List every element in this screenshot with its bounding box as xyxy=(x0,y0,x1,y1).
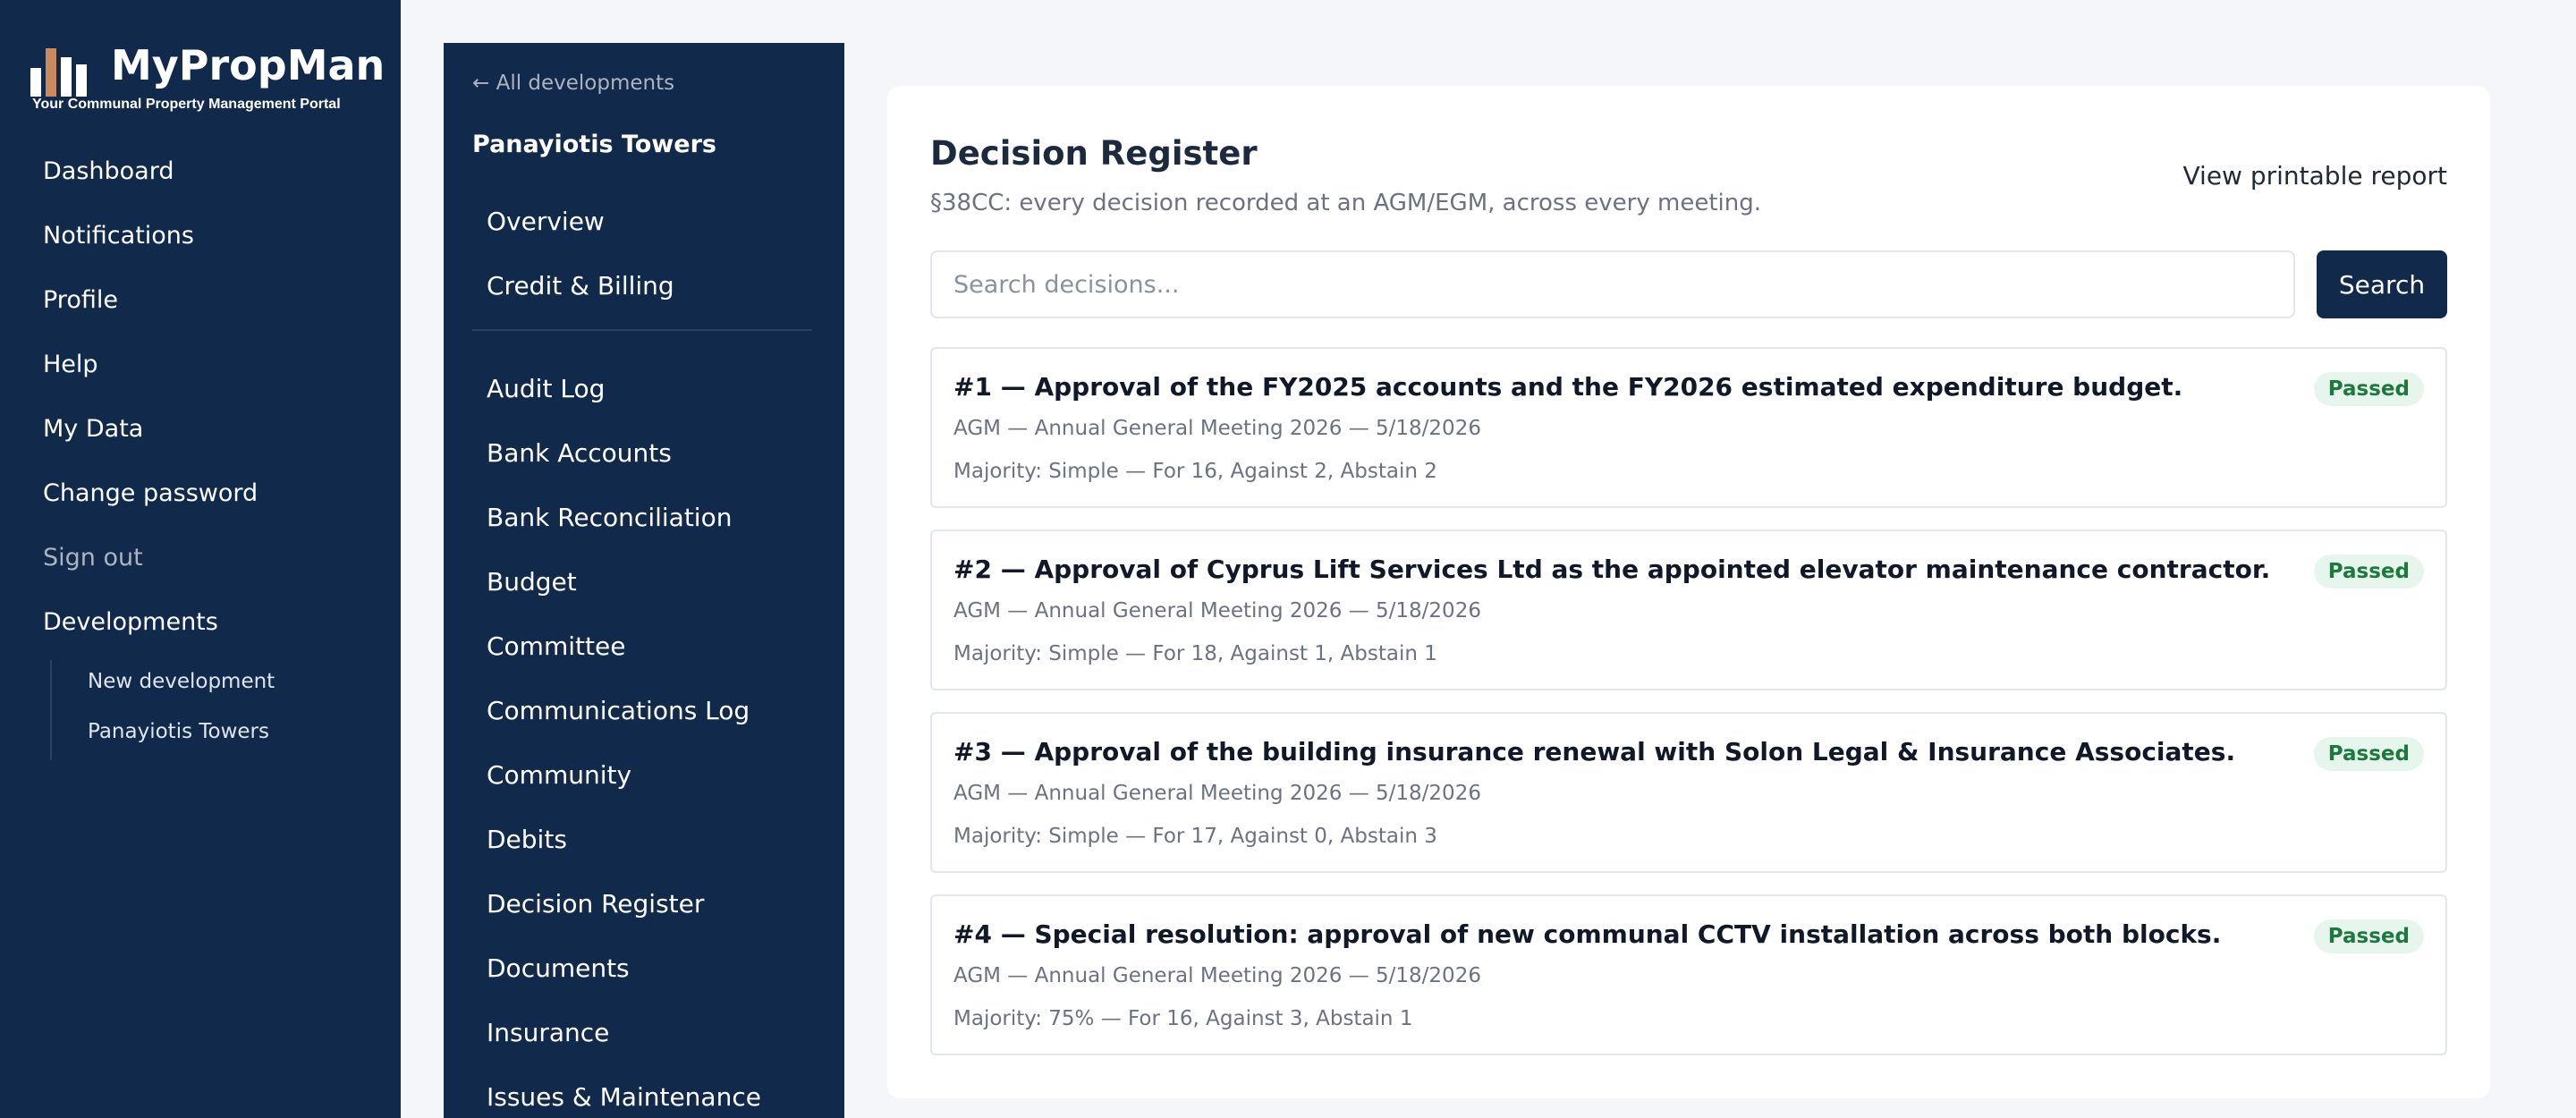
search-button[interactable]: Search xyxy=(2317,250,2447,318)
decision-meeting: AGM — Annual General Meeting 2026 — 5/18… xyxy=(953,599,1481,623)
decision-title: #3 — Approval of the building insurance … xyxy=(953,737,2236,767)
sidebar-subitem-panayiotis-towers[interactable]: Panayiotis Towers xyxy=(88,710,275,760)
devnav-item-decision-register[interactable]: Decision Register xyxy=(487,877,761,942)
sidebar-item-developments[interactable]: Developments xyxy=(43,596,258,660)
devnav-item-audit-log[interactable]: Audit Log xyxy=(487,362,761,427)
devnav-item-community[interactable]: Community xyxy=(487,749,761,813)
devnav-item-communications-log[interactable]: Communications Log xyxy=(487,684,761,749)
decision-register-card: Decision Register §38CC: every decision … xyxy=(887,86,2490,1098)
sidebar-item-my-data[interactable]: My Data xyxy=(43,402,258,467)
devnav-item-overview[interactable]: Overview xyxy=(487,195,674,259)
devnav-item-insurance[interactable]: Insurance xyxy=(487,1006,761,1071)
devnav-item-documents[interactable]: Documents xyxy=(487,942,761,1006)
development-section-list: Audit Log Bank Accounts Bank Reconciliat… xyxy=(487,362,761,1118)
view-printable-report-link[interactable]: View printable report xyxy=(2183,161,2448,191)
decision-title: #1 — Approval of the FY2025 accounts and… xyxy=(953,372,2183,402)
sidebar-item-help[interactable]: Help xyxy=(43,338,258,402)
brand-tagline: Your Communal Property Management Portal xyxy=(32,97,341,112)
decision-majority: Majority: Simple — For 16, Against 2, Ab… xyxy=(953,460,1437,483)
decision-card[interactable]: #1 — Approval of the FY2025 accounts and… xyxy=(930,347,2447,508)
devnav-item-committee[interactable]: Committee xyxy=(487,620,761,684)
sidebar-item-sign-out[interactable]: Sign out xyxy=(43,531,258,596)
development-name: Panayiotis Towers xyxy=(472,131,716,158)
main-sidebar: MyPropMan Your Communal Property Managem… xyxy=(0,0,401,1118)
devnav-item-bank-reconciliation[interactable]: Bank Reconciliation xyxy=(487,491,761,555)
decision-card[interactable]: #2 — Approval of Cyprus Lift Services Lt… xyxy=(930,529,2447,690)
all-developments-link[interactable]: ← All developments xyxy=(472,72,674,95)
decision-majority: Majority: Simple — For 18, Against 1, Ab… xyxy=(953,642,1437,665)
status-badge: Passed xyxy=(2313,737,2424,771)
decision-meeting: AGM — Annual General Meeting 2026 — 5/18… xyxy=(953,964,1481,987)
logo-icon xyxy=(30,48,87,97)
decision-card[interactable]: #3 — Approval of the building insurance … xyxy=(930,712,2447,873)
decision-majority: Majority: 75% — For 16, Against 3, Absta… xyxy=(953,1007,1413,1030)
sidebar-subitem-new-development[interactable]: New development xyxy=(88,660,275,710)
devnav-item-credit-billing[interactable]: Credit & Billing xyxy=(487,259,674,324)
sidebar-item-profile[interactable]: Profile xyxy=(43,274,258,338)
devnav-item-debits[interactable]: Debits xyxy=(487,813,761,877)
status-badge: Passed xyxy=(2313,372,2424,406)
development-nav: ← All developments Panayiotis Towers Ove… xyxy=(444,43,844,1118)
decision-meeting: AGM — Annual General Meeting 2026 — 5/18… xyxy=(953,417,1481,440)
devnav-divider xyxy=(472,329,812,331)
decision-title: #4 — Special resolution: approval of new… xyxy=(953,919,2222,949)
development-primary-list: Overview Credit & Billing xyxy=(487,195,674,324)
sidebar-item-dashboard[interactable]: Dashboard xyxy=(43,145,258,209)
brand[interactable]: MyPropMan Your Communal Property Managem… xyxy=(30,41,385,116)
devnav-item-issues-maintenance[interactable]: Issues & Maintenance xyxy=(487,1071,761,1118)
page-subtitle: §38CC: every decision recorded at an AGM… xyxy=(930,190,1761,216)
developments-submenu: New development Panayiotis Towers xyxy=(50,660,275,760)
decision-title: #2 — Approval of Cyprus Lift Services Lt… xyxy=(953,555,2271,584)
status-badge: Passed xyxy=(2313,919,2424,953)
page-title: Decision Register xyxy=(930,134,1258,173)
brand-name: MyPropMan xyxy=(111,41,386,89)
sidebar-nav: Dashboard Notifications Profile Help My … xyxy=(43,145,258,660)
search-input[interactable] xyxy=(930,250,2295,318)
devnav-item-budget[interactable]: Budget xyxy=(487,555,761,620)
decision-meeting: AGM — Annual General Meeting 2026 — 5/18… xyxy=(953,782,1481,805)
sidebar-item-notifications[interactable]: Notifications xyxy=(43,209,258,274)
decision-majority: Majority: Simple — For 17, Against 0, Ab… xyxy=(953,825,1437,848)
sidebar-item-change-password[interactable]: Change password xyxy=(43,467,258,531)
devnav-item-bank-accounts[interactable]: Bank Accounts xyxy=(487,427,761,491)
status-badge: Passed xyxy=(2313,555,2424,589)
decision-card[interactable]: #4 — Special resolution: approval of new… xyxy=(930,894,2447,1055)
